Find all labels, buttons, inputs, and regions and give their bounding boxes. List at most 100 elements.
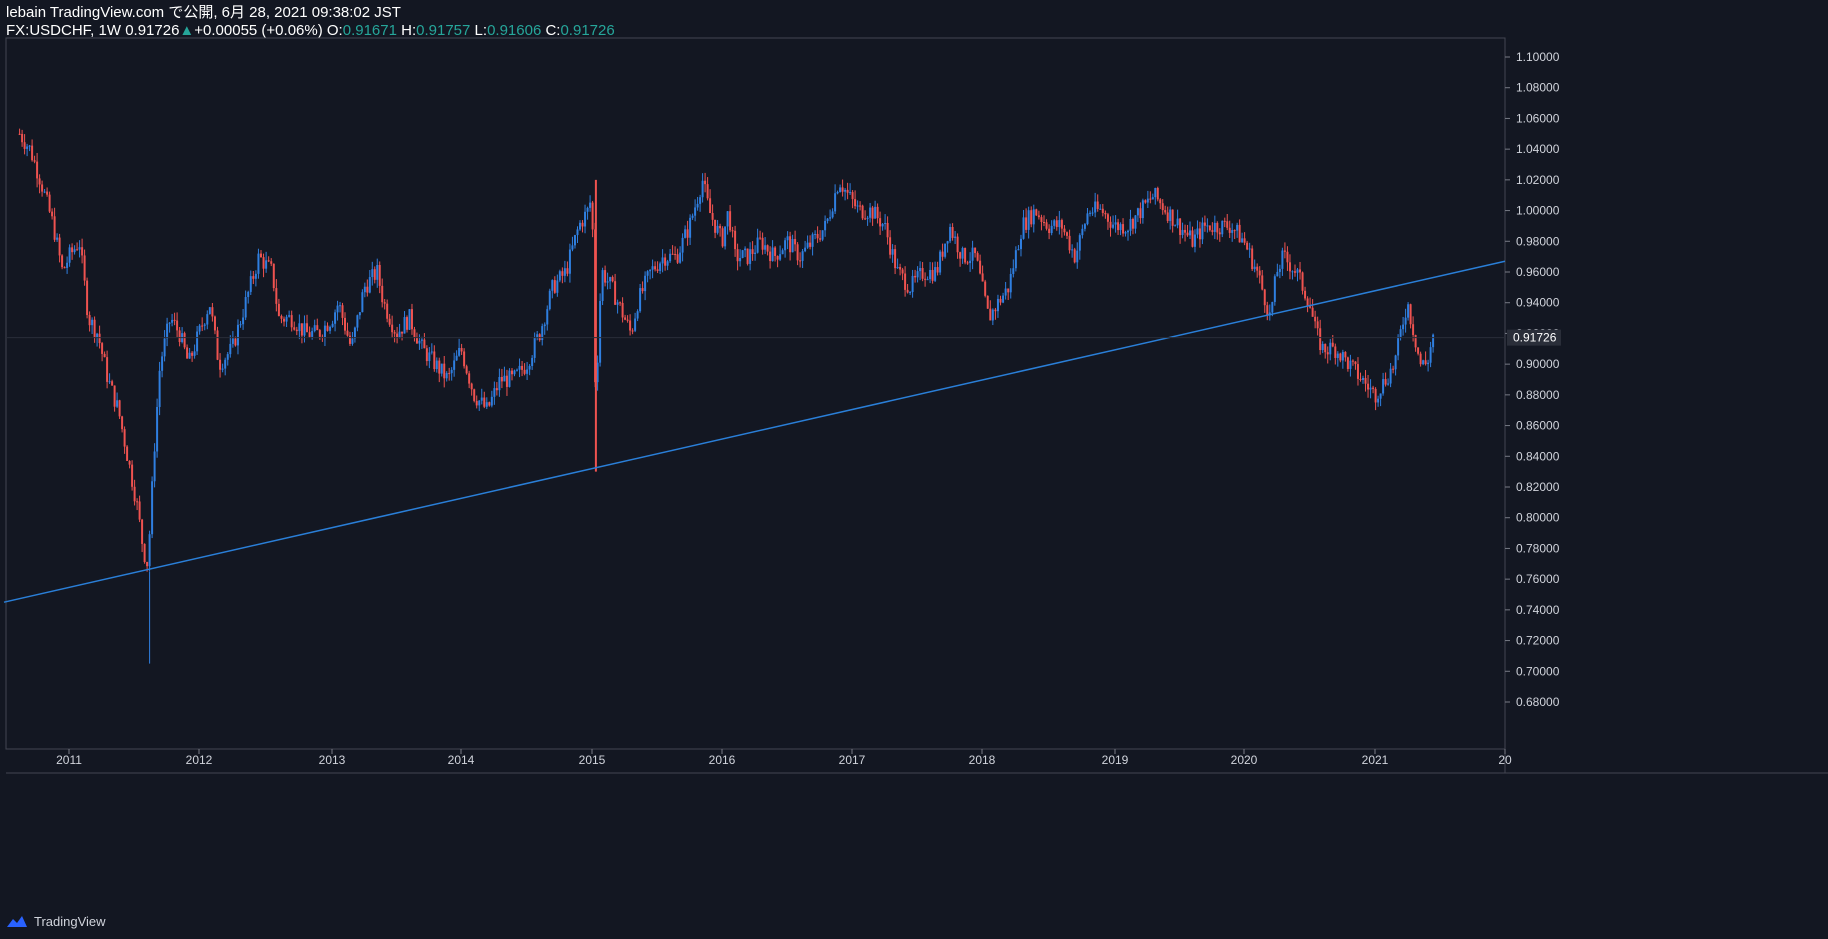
candle-body: [463, 351, 466, 367]
candle-body: [556, 280, 559, 293]
candle-body: [1261, 275, 1264, 290]
candle-body: [356, 315, 359, 328]
candle-body: [386, 303, 389, 319]
candle-body: [1258, 270, 1261, 276]
candle-body: [886, 222, 889, 238]
candle-body: [1419, 353, 1422, 365]
candle-body: [949, 227, 952, 242]
candle-body: [108, 381, 111, 383]
y-tick-label: 0.78000: [1516, 541, 1560, 555]
candle-body: [644, 275, 647, 292]
candle-body: [1349, 360, 1352, 369]
candle-body: [814, 233, 817, 235]
candle-body: [1241, 238, 1244, 243]
candle-body: [1223, 220, 1226, 222]
candle-body: [591, 202, 594, 230]
candle-body: [746, 248, 749, 264]
candle-body: [869, 207, 872, 218]
candle-body: [821, 230, 824, 240]
candle-body: [919, 268, 922, 272]
chart-area[interactable]: 0.68000 0.70000 0.72000 0.74000 0.76000 0.780…: [0, 0, 1828, 910]
candle-body: [1027, 210, 1030, 230]
candle-body: [313, 325, 316, 332]
candle-body: [801, 251, 804, 261]
candle-body: [300, 323, 303, 336]
candle-body: [606, 281, 609, 283]
candle-body: [711, 212, 714, 220]
candle-body: [589, 202, 592, 208]
candle-body: [836, 192, 839, 194]
candle-body: [445, 373, 448, 379]
candle-body: [510, 370, 513, 375]
candle-body: [1372, 387, 1375, 389]
candle-body: [193, 351, 196, 356]
candle-body: [475, 400, 478, 406]
candle-body: [729, 211, 732, 231]
candle-body: [931, 269, 934, 281]
x-tick-label: 2016: [709, 753, 736, 767]
candle-body: [103, 353, 106, 358]
candle-body: [1189, 230, 1192, 236]
candle-body: [191, 352, 194, 356]
candle-body: [694, 207, 697, 216]
candle-body: [1288, 262, 1291, 272]
candle-body: [252, 276, 255, 279]
candle-body: [358, 312, 361, 316]
candle-body: [1181, 229, 1184, 236]
candle-body: [1324, 343, 1327, 353]
candle-body: [376, 264, 379, 280]
candle-body: [188, 352, 191, 359]
candle-body: [323, 325, 326, 338]
candle-body: [293, 327, 296, 330]
candle-body: [138, 501, 141, 520]
candle-body: [1068, 235, 1071, 251]
candle-body: [1344, 351, 1347, 358]
candle-body: [371, 269, 374, 278]
candle-body: [1035, 209, 1038, 216]
candle-body: [71, 247, 74, 253]
candle-body: [36, 161, 39, 179]
candle-body: [440, 363, 443, 374]
candle-body: [1374, 388, 1377, 403]
candle-body: [1218, 232, 1221, 235]
candle-body: [1124, 232, 1127, 234]
candle-body: [841, 187, 844, 192]
candle-body: [1253, 266, 1256, 270]
candle-body: [272, 263, 275, 289]
candle-body: [744, 248, 747, 251]
candle-body: [626, 319, 629, 321]
candle-body: [1086, 213, 1089, 225]
x-tick-label: 2021: [1362, 753, 1389, 767]
x-tick-label: 2020: [1231, 753, 1258, 767]
candle-body: [1055, 220, 1058, 228]
candle-body: [916, 271, 919, 278]
candle-body: [229, 343, 232, 355]
candle-body: [1166, 212, 1169, 221]
candle-body: [846, 189, 849, 193]
candle-body: [669, 253, 672, 262]
candle-body: [826, 218, 829, 221]
candle-body: [143, 543, 146, 563]
candle-body: [480, 397, 483, 401]
y-tick-label: 0.98000: [1516, 234, 1560, 248]
current-price-label: 0.91726: [1513, 331, 1557, 345]
candle-body: [1304, 290, 1307, 299]
candle-body: [513, 370, 516, 375]
candle-body: [681, 237, 684, 253]
candle-body: [1314, 316, 1317, 322]
candle-body: [388, 318, 391, 325]
y-tick-label: 1.10000: [1516, 50, 1560, 64]
candle-body: [326, 325, 329, 331]
price-chart[interactable]: 0.68000 0.70000 0.72000 0.74000 0.76000 0.780…: [0, 0, 1828, 905]
candle-body: [493, 388, 496, 397]
y-tick-label: 0.70000: [1516, 664, 1560, 678]
candle-body: [485, 402, 488, 407]
candle-body: [831, 211, 834, 218]
candle-body: [1017, 249, 1020, 251]
candle-body: [303, 323, 306, 336]
candle-body: [236, 324, 239, 346]
candle-body: [969, 260, 972, 264]
candle-body: [909, 292, 912, 294]
candle-body: [53, 216, 56, 240]
candle-body: [176, 320, 179, 331]
